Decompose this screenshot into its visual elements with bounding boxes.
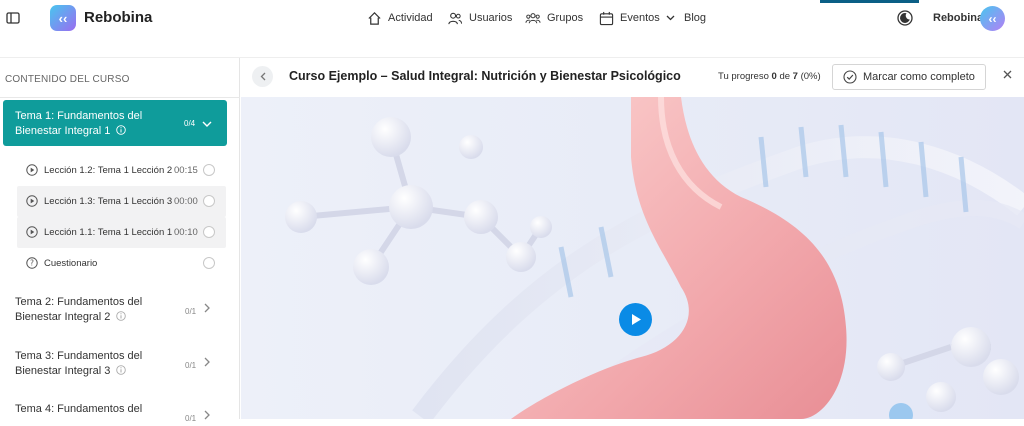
users-icon <box>448 12 463 24</box>
check-circle-icon <box>843 70 857 84</box>
nav-usuarios[interactable]: Usuarios <box>447 8 512 28</box>
close-icon[interactable] <box>1003 70 1012 79</box>
course-sidebar: CONTENIDO DEL CURSO Tema 1: Fundamentos … <box>0 58 240 423</box>
sidebar-title: CONTENIDO DEL CURSO <box>5 74 130 85</box>
topic-item-active[interactable]: Tema 1: Fundamentos del Bienestar Integr… <box>3 100 227 146</box>
progress-total: 7 <box>792 71 798 82</box>
nav-actividad[interactable]: Actividad <box>367 8 433 28</box>
lesson-label: Lección 1.3: Tema 1 Lección 3 <box>44 196 173 207</box>
topic-item[interactable]: Tema 2: Fundamentos del Bienestar Integr… <box>15 295 230 325</box>
back-button[interactable] <box>252 66 273 87</box>
mark-complete-button[interactable]: Marcar como completo <box>832 64 986 90</box>
lesson-label: Cuestionario <box>44 258 98 269</box>
progress-done: 0 <box>771 71 777 82</box>
brand-name[interactable]: Rebobina <box>84 9 152 26</box>
lesson-label: Lección 1.2: Tema 1 Lección 2 <box>44 165 173 176</box>
nav-label: Eventos <box>620 12 660 24</box>
play-button[interactable] <box>619 303 652 336</box>
info-icon[interactable] <box>116 125 127 135</box>
progress-percent: (0%) <box>800 71 821 82</box>
nav-label: Grupos <box>547 12 584 24</box>
topic-item[interactable]: Tema 4: Fundamentos del 0/1 <box>15 402 230 423</box>
sidebar-toggle-icon[interactable] <box>6 11 20 25</box>
video-player[interactable] <box>241 97 1024 419</box>
info-icon[interactable] <box>116 311 127 321</box>
progress-text: Tu progreso 0 de 7 (0%) <box>718 71 821 82</box>
lesson-status-checkbox[interactable] <box>203 195 215 207</box>
nav-blog[interactable]: Blog <box>684 8 706 28</box>
play-circle-icon <box>26 226 38 238</box>
play-icon <box>631 314 641 325</box>
calendar-icon <box>599 11 614 25</box>
topic-title: Tema 2: Fundamentos del Bienestar Integr… <box>15 295 165 325</box>
user-name[interactable]: Rebobina <box>933 12 983 24</box>
play-circle-icon <box>26 195 38 207</box>
video-thumbnail-image <box>285 97 1024 419</box>
groups-icon <box>525 12 541 23</box>
chevron-down-icon[interactable] <box>202 121 212 127</box>
progress-sep: de <box>779 71 791 82</box>
chevron-left-icon <box>260 72 265 81</box>
lesson-item[interactable]: Lección 1.3: Tema 1 Lección 3 00:00 <box>17 186 226 217</box>
lesson-duration: 00:15 <box>174 165 198 176</box>
info-icon[interactable] <box>116 365 127 375</box>
home-icon <box>368 11 381 25</box>
svg-text:?: ? <box>30 259 34 268</box>
nav-label: Blog <box>684 12 707 24</box>
lesson-duration: 00:00 <box>174 196 198 207</box>
chevron-right-icon[interactable] <box>204 303 210 313</box>
lesson-label: Lección 1.1: Tema 1 Lección 1 <box>44 227 173 238</box>
topic-title: Tema 3: Fundamentos del Bienestar Integr… <box>15 349 165 379</box>
topic-title: Tema 1: Fundamentos del Bienestar Integr… <box>15 109 165 139</box>
lesson-status-checkbox[interactable] <box>203 257 215 269</box>
divider <box>0 97 240 98</box>
course-title: Curso Ejemplo – Salud Integral: Nutrició… <box>289 69 681 83</box>
play-circle-icon <box>26 164 38 176</box>
lesson-status-checkbox[interactable] <box>203 226 215 238</box>
mark-complete-label: Marcar como completo <box>863 71 975 83</box>
nav-eventos[interactable]: Eventos <box>599 8 675 28</box>
question-circle-icon: ? <box>26 257 38 269</box>
course-header: Curso Ejemplo – Salud Integral: Nutrició… <box>241 58 1024 97</box>
topic-title: Tema 4: Fundamentos del <box>15 402 165 417</box>
lesson-duration: 00:10 <box>174 227 198 238</box>
progress-prefix: Tu progreso <box>718 71 769 82</box>
chevron-right-icon[interactable] <box>204 357 210 367</box>
logo-icon[interactable]: ‹‹ <box>50 5 76 31</box>
avatar[interactable]: ‹‹ <box>980 6 1005 31</box>
topic-count: 0/1 <box>185 307 197 316</box>
topic-item[interactable]: Tema 3: Fundamentos del Bienestar Integr… <box>15 349 230 379</box>
active-indicator <box>820 0 919 3</box>
dark-mode-toggle-icon[interactable] <box>897 10 913 26</box>
topic-title-text: Tema 4: Fundamentos del <box>15 403 143 415</box>
lesson-status-checkbox[interactable] <box>203 164 215 176</box>
lesson-item[interactable]: Lección 1.1: Tema 1 Lección 1 00:10 <box>17 217 226 248</box>
top-navbar: ‹‹ Rebobina Actividad Usuarios Grupos Ev… <box>0 0 1024 58</box>
lesson-item[interactable]: Lección 1.2: Tema 1 Lección 2 00:15 <box>17 155 226 186</box>
topic-count: 0/4 <box>184 119 196 128</box>
nav-grupos[interactable]: Grupos <box>525 8 583 28</box>
quiz-item[interactable]: ? Cuestionario <box>17 248 226 279</box>
nav-label: Usuarios <box>469 12 513 24</box>
nav-label: Actividad <box>388 12 433 24</box>
topic-count: 0/1 <box>185 361 197 370</box>
chevron-down-icon <box>666 15 675 21</box>
